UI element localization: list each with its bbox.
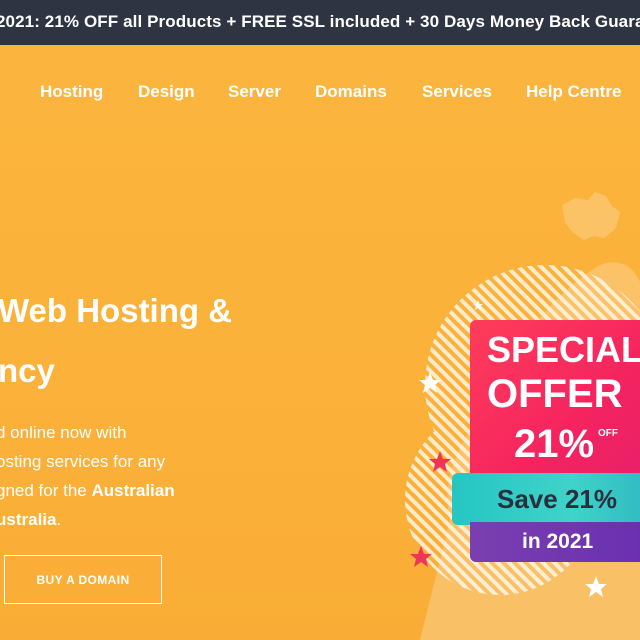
offer-title-offer: OFFER: [487, 372, 623, 416]
save-ribbon-text: Save 21%: [497, 484, 617, 514]
nav-design[interactable]: Design: [138, 82, 195, 102]
offer-percent: 21%: [514, 422, 595, 466]
promo-text: 2021: 21% OFF all Products + FREE SSL in…: [0, 12, 640, 31]
nav-help-centre[interactable]: Help Centre: [526, 82, 621, 102]
hero-desc-line-1: d online now with: [0, 423, 127, 442]
hero-desc-line-3: gned for the Australian: [0, 476, 236, 505]
hero-desc-highlight-australia: ustralia: [0, 510, 57, 529]
hero-title-line-2: ncy: [0, 352, 55, 389]
year-banner-text: in 2021: [522, 530, 594, 553]
hero-desc-line-4-text: .: [56, 510, 62, 529]
offer-title-special: SPECIAL: [487, 329, 640, 370]
promo-bar: 2021: 21% OFF all Products + FREE SSL in…: [0, 0, 640, 45]
nav-hosting[interactable]: Hosting: [40, 82, 103, 102]
australia-map-icon: [562, 192, 620, 240]
hero-description: d online now with osting services for an…: [0, 418, 236, 534]
hero-desc-highlight-australian: Australian: [91, 481, 175, 500]
hero-desc-line-2: osting services for any: [0, 452, 166, 471]
offer-off-label: OFF: [598, 428, 618, 439]
nav-domains[interactable]: Domains: [315, 82, 387, 102]
nav-server[interactable]: Server: [228, 82, 281, 102]
hero-desc-line-4: ustralia.: [0, 505, 236, 534]
hero-desc-line-3-text: gned for the: [0, 481, 92, 500]
hero-title-line-1: Web Hosting &: [0, 292, 233, 329]
buy-domain-button[interactable]: BUY A DOMAIN: [4, 555, 162, 604]
nav-services[interactable]: Services: [422, 82, 492, 102]
